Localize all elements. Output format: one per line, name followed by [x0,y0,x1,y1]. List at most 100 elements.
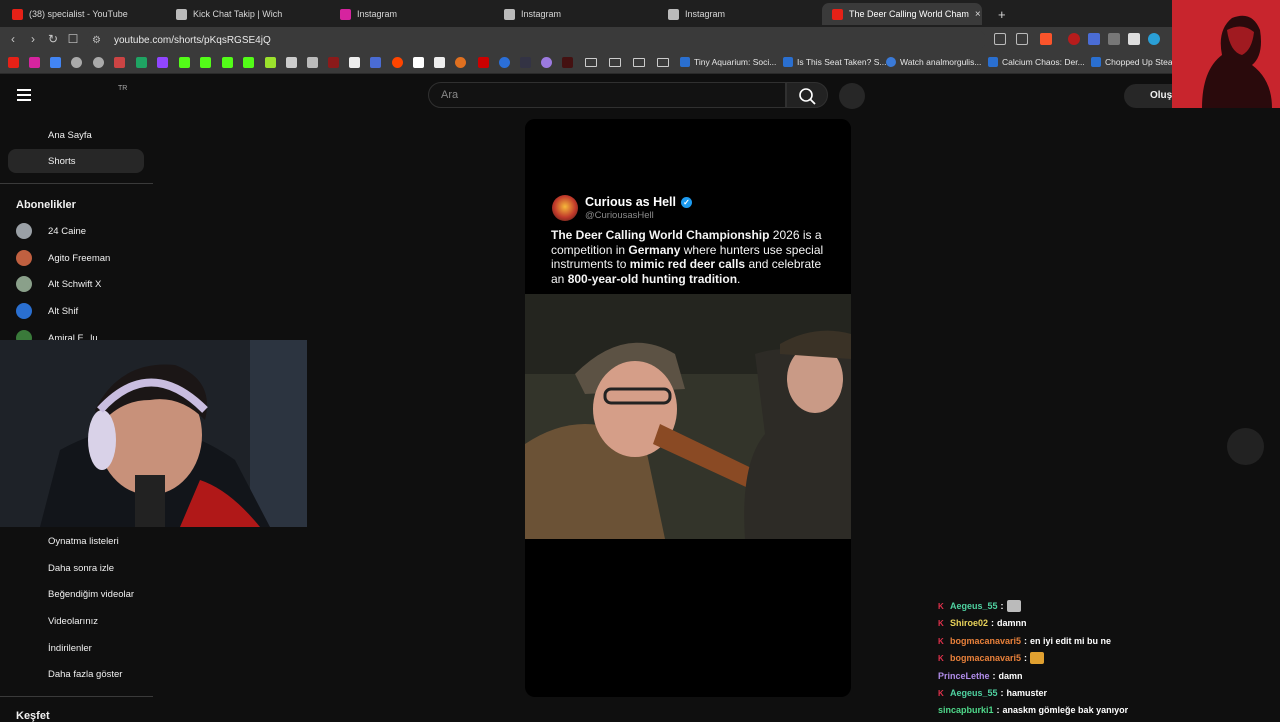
search-icon [799,88,816,105]
sidebar-item-home[interactable]: Ana Sayfa [8,123,144,147]
back-icon[interactable]: ‹ [6,32,20,46]
bookmark-gmail-icon[interactable] [114,57,125,68]
region-code: TR [118,85,128,92]
steam-icon [680,57,690,67]
bookmark-icon[interactable] [478,57,489,68]
bookmark-icon[interactable] [50,57,61,68]
browser-tab[interactable]: (38) specialist - YouTube [2,3,162,25]
voice-search-button[interactable] [839,83,865,109]
tab-favicon-icon [340,8,351,20]
sidebar-item-your-videos[interactable]: Videolarınız [8,609,144,633]
bookmark-drive-icon[interactable] [136,57,147,68]
cast-icon[interactable] [994,33,1006,45]
search-input[interactable] [429,83,785,107]
bookmark-link[interactable]: Chopped Up Steam [1091,57,1180,67]
bookmark-icon[interactable] [455,57,466,68]
sidebar-item-shorts[interactable]: Shorts [8,149,144,173]
bookmark-link[interactable]: Calcium Chaos: Der... [988,57,1085,67]
close-tab-icon[interactable]: × [975,9,981,20]
bookmark-icon[interactable] [541,57,552,68]
kick-icon: K [938,653,944,663]
folder-icon[interactable] [609,58,621,67]
forward-icon[interactable]: › [26,32,40,46]
bookmark-icon[interactable] [520,57,531,68]
bookmark-icon[interactable]: ☐ [66,32,80,46]
folder-icon[interactable] [657,58,669,67]
browser-tab[interactable]: The Deer Calling World Cham × [822,3,982,25]
tab-title: Instagram [521,9,562,19]
chat-emote [1030,652,1045,664]
browser-tab[interactable]: Instagram [330,3,490,25]
steam-icon [1091,57,1101,67]
bookmark-link[interactable]: Tiny Aquarium: Soci... [680,57,776,67]
chat-message: Kbogmacanavari5: en iyi edit mi bu ne [938,636,1112,646]
bookmark-kick-icon[interactable] [200,57,211,68]
extension-icon[interactable] [1128,33,1140,45]
extension-icon[interactable] [1148,33,1160,45]
bookmark-icon[interactable] [93,57,104,68]
bookmark-icon[interactable] [71,57,82,68]
reload-icon[interactable]: ↻ [46,32,60,46]
sidebar-item-subscription[interactable]: Alt Shif [16,301,146,321]
sidebar-item-subscription[interactable]: Alt Schwift X [16,274,146,294]
chat-message: K Shiroe02: damnn [938,618,1027,628]
bookmark-icon[interactable] [562,57,573,68]
extension-icon[interactable] [1088,33,1100,45]
sidebar-item-subscription[interactable]: 24 Caine [16,221,146,241]
bookmark-twitch-icon[interactable] [157,57,168,68]
chat-message: PrinceLethe: damn [938,671,1023,681]
shorts-video-player[interactable]: Curious as Hell ✓ @CuriousasHell The Dee… [525,119,851,697]
bookmark-x-icon[interactable] [349,57,360,68]
bookmark-youtube-icon[interactable] [8,57,19,68]
sidebar-item-subscription[interactable]: Agito Freeman [16,248,146,268]
site-icon [886,57,896,67]
ublock-icon[interactable] [1068,33,1080,45]
share-icon[interactable] [1016,33,1028,45]
search-button[interactable] [786,82,828,108]
sidebar-item-liked-videos[interactable]: Beğendiğim videolar [8,582,144,606]
sidebar-item-watch-later[interactable]: Daha sonra izle [8,556,144,580]
youtube-header: TR Oluştur [0,74,1280,118]
bookmark-icon[interactable] [413,57,424,68]
site-settings-icon[interactable]: ⚙ [92,35,106,46]
bookmark-icon[interactable] [286,57,297,68]
menu-icon[interactable] [17,89,31,101]
chat-overlay: K Aegeus_55: K Shiroe02: damnn Kbogmacanava… [938,584,1238,720]
bookmark-link[interactable]: Is This Seat Taken? S... [783,57,886,67]
bookmark-icon[interactable] [265,57,276,68]
bookmark-icon[interactable] [328,57,339,68]
folder-icon[interactable] [585,58,597,67]
address-url[interactable]: youtube.com/shorts/pKqsRGSE4jQ [114,35,271,46]
browser-tab[interactable]: Instagram [658,3,818,25]
bookmark-instagram-icon[interactable] [29,57,40,68]
sidebar-item-playlists[interactable]: Oynatma listeleri [8,529,144,553]
tweet-card: Curious as Hell ✓ @CuriousasHell The Dee… [525,119,851,295]
tab-title: Instagram [357,9,398,19]
new-tab-button[interactable]: + [988,3,1008,25]
next-short-button[interactable] [1227,428,1264,465]
avatar [16,250,32,266]
folder-icon[interactable] [633,58,645,67]
bookmark-kick-icon[interactable] [222,57,233,68]
bookmark-icon[interactable] [243,57,254,68]
browser-tab[interactable]: Instagram [494,3,654,25]
brave-shield-icon[interactable] [1040,33,1052,45]
tweet-handle: @CuriousasHell [585,210,654,221]
subscriptions-heading: Abonelikler [16,199,76,211]
search-box[interactable] [428,82,786,108]
extension-icon[interactable] [1108,33,1120,45]
sidebar-item-show-more[interactable]: Daha fazla göster [8,662,144,686]
bookmark-icon[interactable] [434,57,445,68]
bookmark-kick-icon[interactable] [179,57,190,68]
browser-tab[interactable]: Kick Chat Takip | Wich [166,3,326,25]
sidebar-item-downloads[interactable]: İndirilenler [8,636,144,660]
tab-title: (38) specialist - YouTube [29,9,128,19]
tab-favicon-icon [12,8,23,20]
bookmark-icon[interactable] [370,57,381,68]
steam-icon [988,57,998,67]
address-bar[interactable]: ⚙ youtube.com/shorts/pKqsRGSE4jQ [86,30,986,50]
bookmark-icon[interactable] [307,57,318,68]
bookmark-link[interactable]: Watch analmorgulis... [886,57,981,67]
bookmark-reddit-icon[interactable] [392,57,403,68]
bookmark-icon[interactable] [499,57,510,68]
